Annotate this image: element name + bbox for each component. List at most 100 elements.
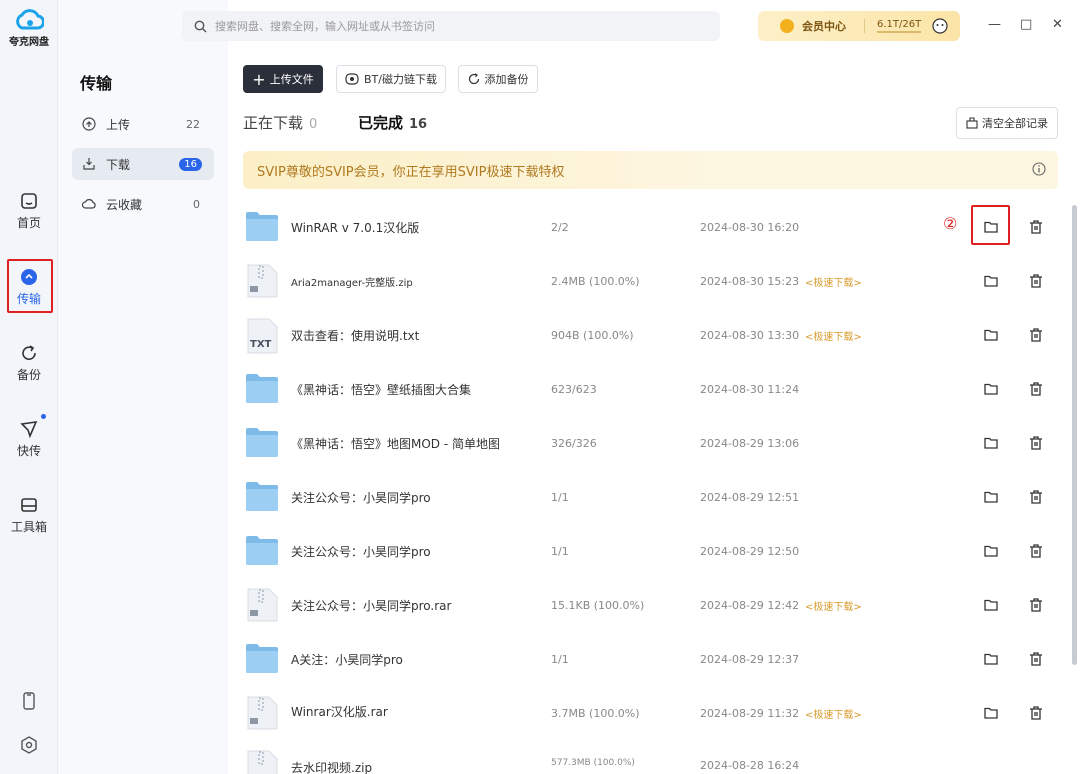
file-row[interactable]: 《黑神话：悟空》地图MOD - 简单地图 326/326 2024-08-29 … xyxy=(243,416,1058,470)
rail-item-home[interactable]: 首页 xyxy=(6,192,52,231)
file-name: 关注公众号：小昊同学pro xyxy=(291,544,431,559)
file-time: 2024-08-30 16:20 xyxy=(700,220,800,234)
maximize-button[interactable]: □ xyxy=(1020,17,1032,32)
download-icon xyxy=(83,158,95,170)
upload-icon xyxy=(82,117,96,131)
transfer-subnav: 传输 上传 22 下载 16 云收藏 0 xyxy=(58,0,228,774)
tab-downloading[interactable]: 正在下载 0 xyxy=(243,112,317,133)
add-backup-button[interactable]: 添加备份 xyxy=(458,65,538,93)
bt-magnet-download-button[interactable]: BT/磁力链下载 xyxy=(336,65,446,93)
rail-item-backup[interactable]: 备份 xyxy=(6,344,52,383)
annotation-box-2 xyxy=(971,205,1010,245)
vip-label: 会员中心 xyxy=(802,20,846,33)
storage-indicator: 6.1T/26T xyxy=(864,19,921,33)
rail-item-label: 工具箱 xyxy=(10,520,47,534)
folder-outline-icon xyxy=(984,545,998,557)
file-row[interactable]: Winrar汉化版.rar 3.7MB (100.0%) 2024-08-29 … xyxy=(243,686,1058,740)
info-icon[interactable] xyxy=(1032,162,1046,176)
folder-icon xyxy=(246,374,278,403)
svg-text:TXT: TXT xyxy=(250,339,272,350)
upload-file-label: 上传文件 xyxy=(269,73,314,86)
delete-button[interactable] xyxy=(1028,489,1044,508)
subnav-title: 传输 xyxy=(80,74,113,93)
rail-item-device[interactable] xyxy=(6,692,52,714)
tab-completed[interactable]: 已完成 16 xyxy=(358,112,427,133)
delete-button[interactable] xyxy=(1028,273,1044,292)
file-time: 2024-08-28 16:24 xyxy=(700,759,800,772)
file-size: 1/1 xyxy=(551,490,569,504)
coin-icon xyxy=(780,19,794,33)
file-row[interactable]: 去水印视频.zip 577.3MB (100.0%) 2024-08-28 16… xyxy=(243,740,1058,774)
close-button[interactable]: ✕ xyxy=(1052,17,1063,32)
open-folder-button[interactable] xyxy=(983,381,999,400)
trash-icon xyxy=(1030,220,1042,234)
file-time: 2024-08-30 13:30 xyxy=(700,328,800,342)
open-folder-button[interactable] xyxy=(983,435,999,454)
file-row[interactable]: 关注公众号：小昊同学pro 1/1 2024-08-29 12:51 xyxy=(243,470,1058,524)
zip-file-icon xyxy=(247,696,278,730)
file-row[interactable]: 关注公众号：小昊同学pro.rar 15.1KB (100.0%) 2024-0… xyxy=(243,578,1058,632)
rail-item-settings[interactable] xyxy=(6,736,52,758)
delete-button[interactable] xyxy=(1028,705,1044,724)
open-folder-button[interactable] xyxy=(983,273,999,292)
folder-outline-icon xyxy=(984,437,998,449)
folder-outline-icon xyxy=(984,329,998,341)
open-folder-button[interactable] xyxy=(983,327,999,346)
clear-all-records-button[interactable]: 清空全部记录 xyxy=(956,107,1058,139)
file-time: 2024-08-29 12:51 xyxy=(700,490,800,504)
file-name: Aria2manager-完整版.zip xyxy=(291,277,413,289)
open-folder-button[interactable] xyxy=(983,705,999,724)
minimize-button[interactable]: — xyxy=(988,17,1001,32)
delete-button[interactable] xyxy=(1028,381,1044,400)
add-backup-label: 添加备份 xyxy=(484,73,529,86)
tab-downloading-count: 0 xyxy=(309,117,318,132)
delete-button[interactable] xyxy=(1028,651,1044,670)
rail-item-label: 首页 xyxy=(16,216,41,230)
quick-send-icon xyxy=(20,421,38,438)
upload-file-button[interactable]: + 上传文件 xyxy=(243,65,323,93)
refresh-icon xyxy=(468,73,479,85)
vip-center[interactable]: 会员中心 6.1T/26T xyxy=(758,11,960,41)
avatar-icon[interactable] xyxy=(931,17,949,35)
file-row[interactable]: Aria2manager-完整版.zip 2.4MB (100.0%) 2024… xyxy=(243,254,1058,308)
open-folder-button[interactable] xyxy=(983,543,999,562)
folder-outline-icon xyxy=(984,383,998,395)
subnav-item-download[interactable]: 下载 16 xyxy=(72,148,214,180)
app-logo[interactable]: 夸克网盘 xyxy=(0,6,58,48)
rail-item-quick-send[interactable]: 快传 xyxy=(6,420,52,459)
open-folder-button[interactable] xyxy=(983,489,999,508)
tab-downloading-label: 正在下载 xyxy=(243,114,304,132)
file-time: 2024-08-29 13:06 xyxy=(700,436,800,450)
delete-button[interactable] xyxy=(1028,219,1044,238)
rail-item-toolbox[interactable]: 工具箱 xyxy=(6,496,52,535)
delete-button[interactable] xyxy=(1028,327,1044,346)
clear-icon xyxy=(966,117,978,129)
file-name: 《黑神话：悟空》地图MOD - 简单地图 xyxy=(291,436,500,451)
search-input[interactable]: 搜索网盘、搜索全网，输入网址或从书签访问 xyxy=(215,18,435,34)
rail-item-label: 快传 xyxy=(16,444,41,458)
file-name: 《黑神话：悟空》壁纸插图大合集 xyxy=(291,382,472,397)
delete-button[interactable] xyxy=(1028,435,1044,454)
file-row[interactable]: WinRAR v 7.0.1汉化版 2/2 2024-08-30 16:20 xyxy=(243,200,1058,254)
file-row[interactable]: A关注：小昊同学pro 1/1 2024-08-29 12:37 xyxy=(243,632,1058,686)
search-bar[interactable]: 搜索网盘、搜索全网，输入网址或从书签访问 xyxy=(182,11,720,41)
cloud-logo-icon xyxy=(16,9,44,30)
file-name: 双击查看：使用说明.txt xyxy=(291,328,420,343)
file-row[interactable]: 关注公众号：小昊同学pro 1/1 2024-08-29 12:50 xyxy=(243,524,1058,578)
delete-button[interactable] xyxy=(1028,543,1044,562)
file-row[interactable]: 《黑神话：悟空》壁纸插图大合集 623/623 2024-08-30 11:24 xyxy=(243,362,1058,416)
subnav-item-upload[interactable]: 上传 22 xyxy=(72,108,214,140)
open-folder-button[interactable] xyxy=(983,651,999,670)
annotation-label-2: ② xyxy=(943,214,958,233)
trash-icon xyxy=(1030,706,1042,720)
trash-icon xyxy=(1030,490,1042,504)
delete-button[interactable] xyxy=(1028,597,1044,616)
folder-icon xyxy=(246,536,278,565)
subnav-item-cloud-collect[interactable]: 云收藏 0 xyxy=(72,188,214,220)
zip-file-icon xyxy=(247,264,278,298)
subnav-item-label: 下载 xyxy=(106,157,131,172)
file-size: 326/326 xyxy=(551,436,597,450)
open-folder-button[interactable] xyxy=(983,597,999,616)
file-row[interactable]: TXT 双击查看：使用说明.txt 904B (100.0%) 2024-08-… xyxy=(243,308,1058,362)
list-scrollbar[interactable] xyxy=(1072,205,1077,665)
